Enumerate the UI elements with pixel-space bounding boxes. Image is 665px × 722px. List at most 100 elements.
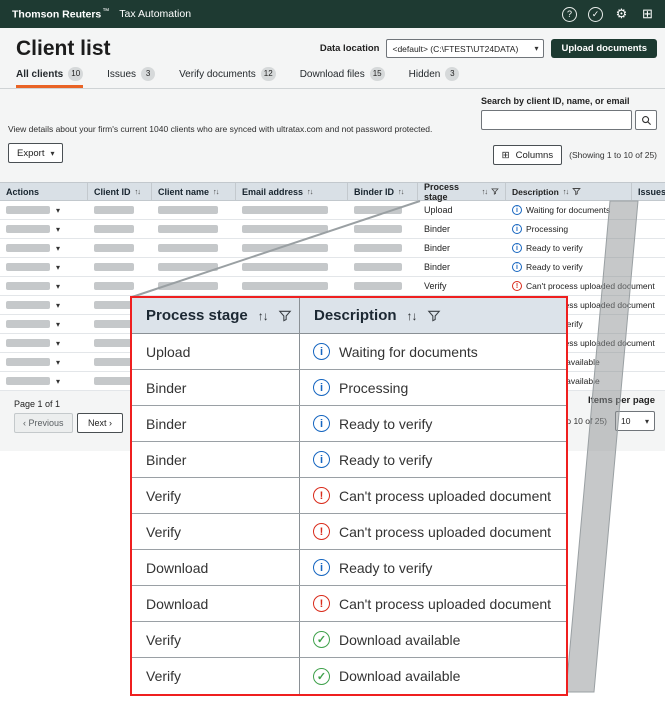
filter-icon[interactable] xyxy=(491,187,499,196)
previous-page-button[interactable]: ‹ Previous xyxy=(14,413,73,433)
info-icon: i xyxy=(512,224,522,234)
search-button[interactable] xyxy=(635,110,657,130)
sort-icon[interactable]: ↑↓ xyxy=(213,187,219,196)
zoom-column-header-process-stage: Process stage ↑↓ xyxy=(132,298,300,333)
error-icon: ! xyxy=(313,595,330,612)
sort-icon[interactable]: ↑↓ xyxy=(307,187,313,196)
redacted-bar xyxy=(158,282,218,290)
tab-verify-documents[interactable]: Verify documents 12 xyxy=(179,66,276,88)
row-actions-chevron-icon[interactable]: ▾ xyxy=(56,377,60,386)
sort-icon[interactable]: ↑↓ xyxy=(482,187,488,196)
redacted-bar xyxy=(354,244,402,252)
redacted-bar xyxy=(354,282,402,290)
table-row: ▾ Binder i Ready to verify xyxy=(0,258,665,277)
process-stage-cell: Binder xyxy=(424,262,451,272)
sort-icon[interactable]: ↑↓ xyxy=(135,187,141,196)
row-actions-chevron-icon[interactable]: ▾ xyxy=(56,206,60,215)
trademark-symbol: ™ xyxy=(102,7,110,15)
redacted-bar xyxy=(94,263,134,271)
check-icon[interactable]: ✓ xyxy=(588,6,603,22)
process-stage-cell: Binder xyxy=(424,243,451,253)
tab-hidden[interactable]: Hidden 3 xyxy=(409,66,460,88)
settings-icon[interactable]: ⚙ xyxy=(614,6,629,22)
redacted-bar xyxy=(242,282,328,290)
tab-count-badge: 15 xyxy=(369,67,385,81)
redacted-bar xyxy=(94,244,134,252)
data-location-select[interactable]: <default> (C:\FTEST\UT24DATA) ▾ xyxy=(386,39,545,58)
chevron-down-icon: ▾ xyxy=(644,416,649,426)
row-actions-chevron-icon[interactable]: ▾ xyxy=(56,244,60,253)
redacted-bar xyxy=(158,206,218,214)
redacted-bar xyxy=(242,225,328,233)
column-header-client-id[interactable]: Client ID ↑↓ xyxy=(88,183,152,200)
data-location-group: Data location <default> (C:\FTEST\UT24DA… xyxy=(320,39,657,58)
error-icon: ! xyxy=(313,523,330,540)
search-input[interactable] xyxy=(481,110,632,130)
row-actions-chevron-icon[interactable]: ▾ xyxy=(56,320,60,329)
tab-issues[interactable]: Issues 3 xyxy=(107,66,156,88)
next-page-button[interactable]: Next › xyxy=(77,413,124,433)
info-icon: i xyxy=(313,451,330,468)
columns-icon: ⊞ xyxy=(501,149,510,161)
column-header-binder-id[interactable]: Binder ID ↑↓ xyxy=(348,183,418,200)
redacted-bar xyxy=(354,225,402,233)
tab-all-clients[interactable]: All clients 10 xyxy=(16,66,84,88)
upload-documents-button[interactable]: Upload documents xyxy=(551,39,657,58)
redacted-bar xyxy=(6,263,50,271)
tab-count-badge: 3 xyxy=(445,67,460,81)
tab-download-files[interactable]: Download files 15 xyxy=(300,66,385,88)
zoom-row: Download i Ready to verify xyxy=(132,550,566,586)
search-label: Search by client ID, name, or email xyxy=(481,96,630,106)
search-block: Search by client ID, name, or email xyxy=(481,96,657,130)
redacted-bar xyxy=(94,377,134,385)
zoom-row: Verify ✓ Download available xyxy=(132,622,566,658)
tab-label: Verify documents xyxy=(179,68,256,80)
redacted-bar xyxy=(158,244,218,252)
columns-button[interactable]: ⊞ Columns xyxy=(492,145,563,165)
table-row: ▾ Upload i Waiting for documents xyxy=(0,201,665,220)
data-location-value: <default> (C:\FTEST\UT24DATA) xyxy=(392,43,519,54)
filter-icon[interactable] xyxy=(572,187,582,196)
export-button[interactable]: Export ▾ xyxy=(8,143,64,163)
data-location-label: Data location xyxy=(319,43,380,54)
redacted-bar xyxy=(6,358,50,366)
description-cell: !Can't process uploaded document xyxy=(506,277,655,295)
column-header-process-stage[interactable]: Process stage ↑↓ xyxy=(418,182,506,202)
column-header-email[interactable]: Email address ↑↓ xyxy=(236,183,348,200)
redacted-bar xyxy=(94,320,134,328)
error-icon: ! xyxy=(313,487,330,504)
row-actions-chevron-icon[interactable]: ▾ xyxy=(56,301,60,310)
description-cell: iReady to verify xyxy=(506,258,632,276)
zoom-row: Binder i Processing xyxy=(132,370,566,406)
row-actions-chevron-icon[interactable]: ▾ xyxy=(56,339,60,348)
redacted-bar xyxy=(158,225,218,233)
redacted-bar xyxy=(6,377,50,385)
items-per-page-select[interactable]: 10 ▾ xyxy=(615,411,655,431)
success-icon: ✓ xyxy=(313,631,330,648)
zoom-row: Binder i Ready to verify xyxy=(132,442,566,478)
search-icon xyxy=(641,115,651,125)
process-stage-cell: Verify xyxy=(424,281,447,291)
redacted-bar xyxy=(94,301,134,309)
redacted-bar xyxy=(6,282,50,290)
column-header-issues[interactable]: Issues↑↓ xyxy=(632,183,665,200)
row-actions-chevron-icon[interactable]: ▾ xyxy=(56,263,60,272)
row-actions-chevron-icon[interactable]: ▾ xyxy=(56,358,60,367)
row-actions-chevron-icon[interactable]: ▾ xyxy=(56,282,60,291)
column-header-description[interactable]: Description ↑↓ xyxy=(506,183,632,200)
redacted-bar xyxy=(242,206,328,214)
sort-icon: ↑↓ xyxy=(257,308,269,323)
apps-icon[interactable]: ⊞ xyxy=(640,6,655,22)
tab-count-badge: 10 xyxy=(68,67,84,81)
sort-icon[interactable]: ↑↓ xyxy=(563,187,569,196)
brand-name: Thomson Reuters xyxy=(12,8,102,21)
redacted-bar xyxy=(94,206,134,214)
row-actions-chevron-icon[interactable]: ▾ xyxy=(56,225,60,234)
sort-icon[interactable]: ↑↓ xyxy=(398,187,404,196)
export-label: Export xyxy=(17,147,45,159)
redacted-bar xyxy=(94,282,134,290)
redacted-bar xyxy=(354,263,402,271)
column-header-client-name[interactable]: Client name ↑↓ xyxy=(152,183,236,200)
help-icon[interactable]: ? xyxy=(562,6,577,22)
zoom-row: Binder i Ready to verify xyxy=(132,406,566,442)
